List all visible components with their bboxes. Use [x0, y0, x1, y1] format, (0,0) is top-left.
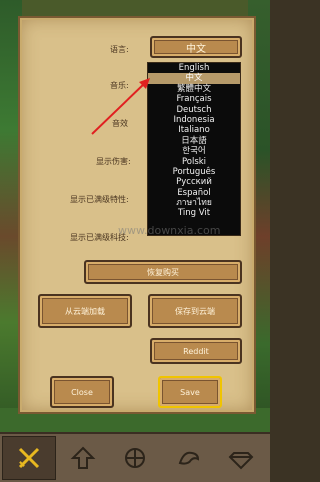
language-label: 语言:	[110, 45, 129, 54]
helmet-icon	[125, 448, 145, 468]
swords-icon	[18, 447, 40, 469]
language-option-selected[interactable]: 中文	[148, 73, 240, 84]
dragon-icon	[178, 451, 200, 465]
music-label: 音乐:	[110, 81, 129, 90]
watermark: www.downxia.com	[118, 224, 221, 237]
tab-shop[interactable]	[214, 436, 268, 480]
language-dropdown[interactable]: English 中文 繁體中文 Français Deutsch Indones…	[147, 62, 241, 236]
cloud-load-button[interactable]: 从云端加载	[38, 294, 132, 328]
language-option[interactable]: 한국어	[148, 146, 240, 156]
close-button[interactable]: Close	[50, 376, 114, 408]
language-option[interactable]: Español	[148, 188, 240, 198]
tab-upgrade[interactable]	[56, 436, 110, 480]
show-trait-label: 显示已满级特性:	[70, 195, 129, 204]
bottom-tab-bar	[0, 432, 270, 482]
language-option[interactable]: 繁體中文	[148, 84, 240, 94]
reddit-button[interactable]: Reddit	[150, 338, 242, 364]
save-button[interactable]: Save	[158, 376, 222, 408]
language-option[interactable]: ภาษาไทย	[148, 198, 240, 208]
language-select-button[interactable]: 中文	[150, 36, 242, 58]
language-option[interactable]: Português	[148, 167, 240, 177]
language-option[interactable]: Русский	[148, 177, 240, 187]
language-option[interactable]: English	[148, 63, 240, 73]
cloud-save-button[interactable]: 保存到云端	[148, 294, 242, 328]
tab-hero[interactable]	[108, 436, 162, 480]
tab-battle[interactable]	[2, 436, 56, 480]
tab-dragon[interactable]	[162, 436, 216, 480]
language-option[interactable]: Polski	[148, 157, 240, 167]
language-option[interactable]: Deutsch	[148, 105, 240, 115]
show-damage-label: 显示伤害:	[96, 157, 131, 166]
language-option[interactable]: 日本語	[148, 136, 240, 146]
language-option[interactable]: Italiano	[148, 125, 240, 135]
arrow-up-icon	[70, 446, 96, 469]
language-option[interactable]: Ting Vit	[148, 208, 240, 218]
language-option[interactable]: Français	[148, 94, 240, 104]
restore-purchase-button[interactable]: 恢复购买	[84, 260, 242, 284]
sound-label: 音效	[112, 119, 128, 128]
gem-icon	[228, 452, 254, 470]
language-option[interactable]: Indonesia	[148, 115, 240, 125]
